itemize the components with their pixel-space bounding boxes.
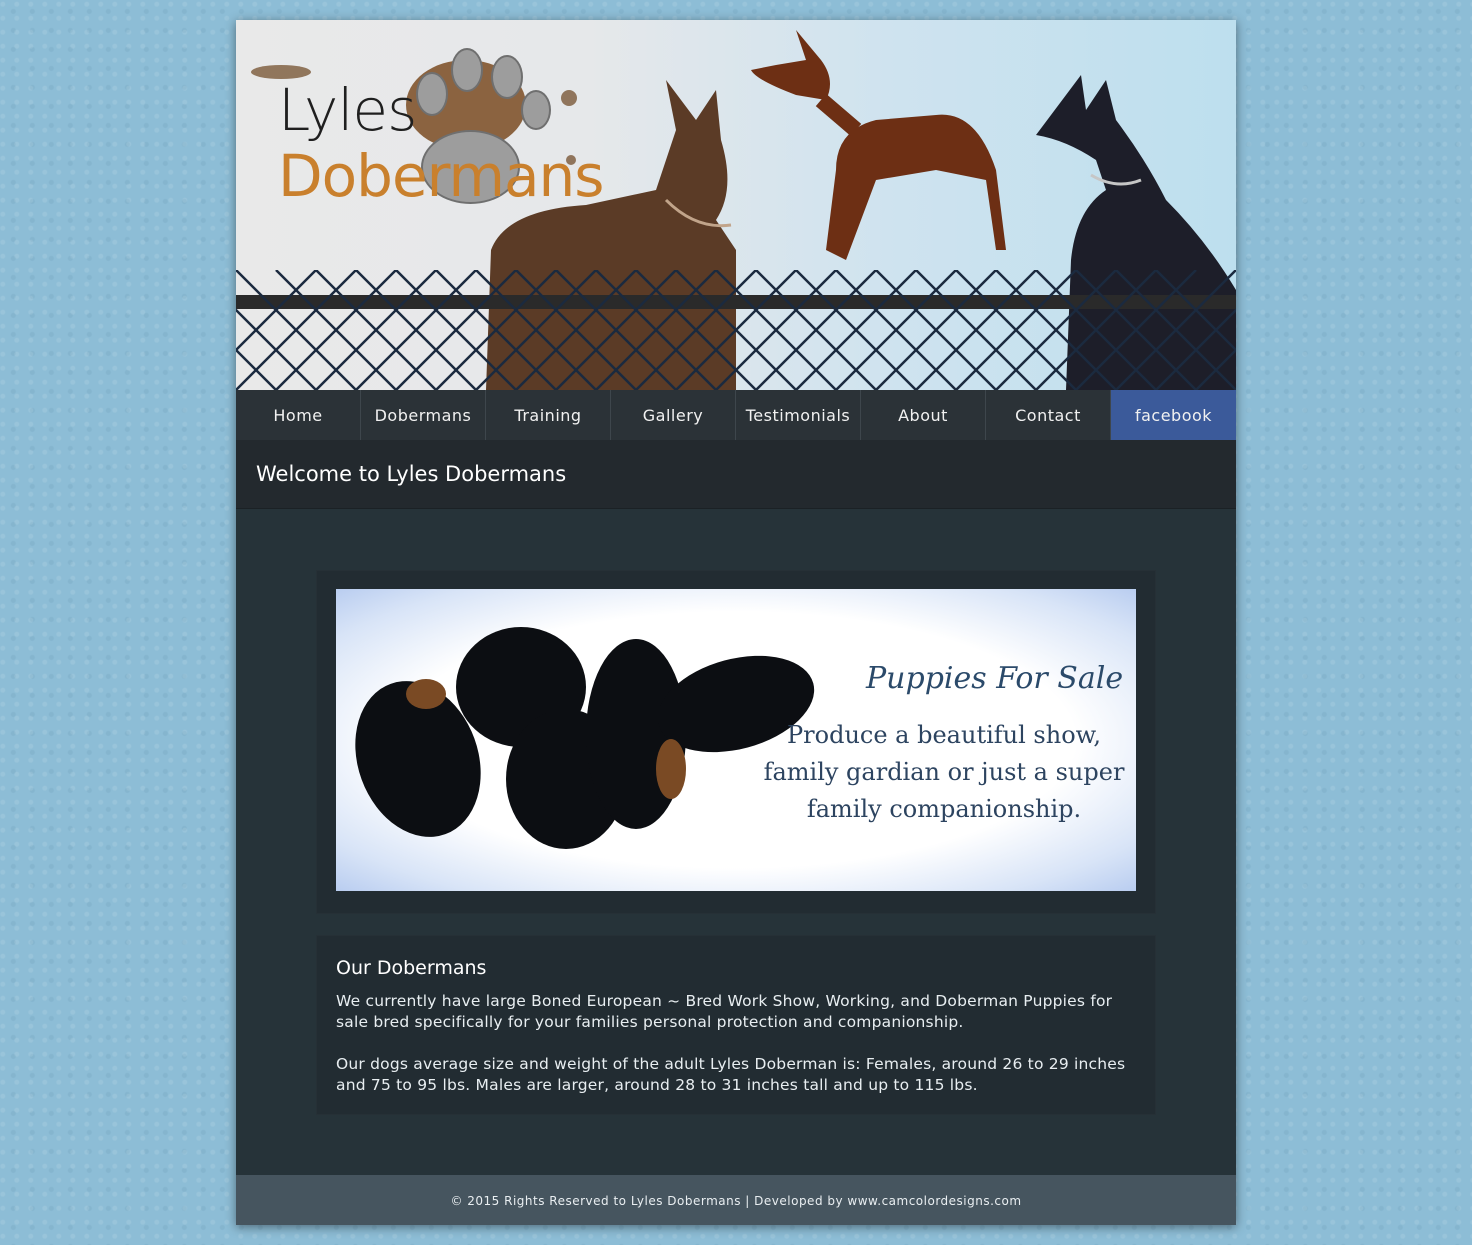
about-paragraph-2: Our dogs average size and weight of the … (336, 1055, 1126, 1094)
puppies-banner[interactable]: Puppies For Sale Produce a beautiful sho… (336, 589, 1136, 891)
nav-contact[interactable]: Contact (986, 390, 1111, 440)
nav-training[interactable]: Training (486, 390, 611, 440)
banner-line-1: Produce a beautiful show, (787, 721, 1101, 749)
nav-dobermans[interactable]: Dobermans (361, 390, 486, 440)
fence-image (236, 270, 1236, 390)
our-dobermans-panel: Our Dobermans We currently have large Bo… (316, 935, 1156, 1115)
nav-testimonials[interactable]: Testimonials (736, 390, 861, 440)
about-paragraph-1: We currently have large Boned European ~… (336, 992, 1113, 1031)
welcome-bar: Welcome to Lyles Dobermans (236, 440, 1236, 509)
nav-facebook[interactable]: facebook (1111, 390, 1236, 440)
nav-about[interactable]: About (861, 390, 986, 440)
page-title: Welcome to Lyles Dobermans (256, 462, 567, 486)
main-nav: Home Dobermans Training Gallery Testimon… (236, 390, 1236, 440)
section-heading: Our Dobermans (336, 957, 487, 979)
page-container: Lyles Dobermans Home Dobermans Training … (236, 20, 1236, 1225)
nav-home[interactable]: Home (236, 390, 361, 440)
banner-panel: Puppies For Sale Produce a beautiful sho… (316, 570, 1156, 914)
site-footer: © 2015 Rights Reserved to Lyles Doberman… (236, 1175, 1236, 1225)
nav-gallery[interactable]: Gallery (611, 390, 736, 440)
banner-line-2: family gardian or just a super (763, 758, 1125, 786)
site-header: Lyles Dobermans (236, 20, 1236, 390)
banner-title: Puppies For Sale (866, 661, 1124, 696)
banner-line-3: family companionship. (806, 795, 1082, 823)
